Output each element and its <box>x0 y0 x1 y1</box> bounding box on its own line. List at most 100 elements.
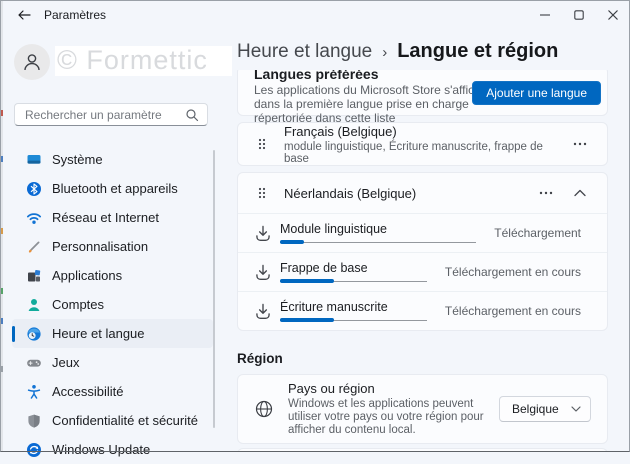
sidebar-item-label: Accessibilité <box>52 384 124 399</box>
network-icon <box>26 210 42 226</box>
download-row-frappe-de-base: Frappe de base Téléchargement en cours <box>238 253 607 291</box>
privacy-icon <box>26 413 42 429</box>
next-settings-card <box>237 448 608 452</box>
download-label: Écriture manuscrite <box>280 301 427 314</box>
time-language-icon <box>26 326 42 342</box>
language-row-francais[interactable]: Français (Belgique) module linguistique,… <box>237 122 608 166</box>
watermark-backdrop <box>55 46 232 76</box>
language-row-neerlandais[interactable]: Néerlandais (Belgique) <box>238 173 607 213</box>
search-input[interactable] <box>23 107 185 123</box>
country-region-title: Pays ou région <box>288 381 491 396</box>
sidebar-item-label: Réseau et Internet <box>52 210 159 225</box>
progress-fill <box>280 240 304 244</box>
country-select[interactable]: Belgique <box>499 396 591 422</box>
sidebar-item-personnalisation[interactable]: Personnalisation <box>12 232 213 261</box>
maximize-button[interactable] <box>562 0 596 30</box>
download-status: Téléchargement en cours <box>445 265 581 279</box>
avatar[interactable] <box>14 44 50 80</box>
accounts-icon <box>26 297 42 313</box>
download-row-module-linguistique: Module linguistique Téléchargement <box>238 214 607 252</box>
windows-update-icon <box>26 442 42 458</box>
person-icon <box>21 51 43 73</box>
search-icon <box>185 108 199 122</box>
drag-handle-icon[interactable] <box>254 136 270 152</box>
accessibility-icon <box>26 384 42 400</box>
sidebar-item-label: Heure et langue <box>52 326 145 341</box>
language-features: module linguistique, Écriture manuscrite… <box>284 141 569 165</box>
language-name: Français (Belgique) <box>284 124 569 139</box>
preferred-languages-card: Langues préférées Les applications du Mi… <box>237 70 608 116</box>
sidebar-item-label: Applications <box>52 268 122 283</box>
sidebar-item-windows-update[interactable]: Windows Update <box>12 435 213 464</box>
language-name: Néerlandais (Belgique) <box>284 186 535 201</box>
language-card-neerlandais: Néerlandais (Belgique) Module linguistiq… <box>237 172 608 331</box>
chevron-up-icon <box>574 189 586 197</box>
preferred-languages-title: Langues préférées <box>254 70 591 81</box>
more-icon <box>538 190 554 196</box>
sidebar-item-confidentialite[interactable]: Confidentialité et sécurité <box>12 406 213 435</box>
progress-bar <box>280 318 427 322</box>
progress-fill <box>280 279 334 283</box>
sidebar-item-label: Confidentialité et sécurité <box>52 413 198 428</box>
minimize-icon <box>540 10 550 20</box>
download-status: Téléchargement en cours <box>445 304 581 318</box>
more-options-button[interactable] <box>535 182 557 204</box>
download-label: Frappe de base <box>280 262 427 275</box>
breadcrumb-parent[interactable]: Heure et langue <box>237 41 372 63</box>
country-select-value: Belgique <box>512 402 571 416</box>
back-button[interactable] <box>12 4 36 26</box>
window-title: Paramètres <box>44 8 106 22</box>
sidebar-item-jeux[interactable]: Jeux <box>12 348 213 377</box>
apps-icon <box>26 268 42 284</box>
progress-bar <box>280 279 427 283</box>
selected-accent-bar <box>12 326 15 342</box>
back-arrow-icon <box>17 9 31 21</box>
breadcrumb: Heure et langue › Langue et région <box>237 40 558 63</box>
sidebar-item-label: Comptes <box>52 297 104 312</box>
more-icon <box>572 141 588 147</box>
desktop-edge-strip <box>0 0 3 452</box>
download-row-ecriture-manuscrite: Écriture manuscrite Téléchargement en co… <box>238 292 607 330</box>
drag-handle-icon[interactable] <box>254 185 270 201</box>
region-section-heading: Région <box>237 351 608 366</box>
sidebar-item-accessibilite[interactable]: Accessibilité <box>12 377 213 406</box>
close-button[interactable] <box>596 0 630 30</box>
download-icon <box>254 224 272 242</box>
close-icon <box>608 10 618 20</box>
chevron-down-icon <box>571 406 581 412</box>
sidebar-item-bluetooth[interactable]: Bluetooth et appareils <box>12 174 213 203</box>
personalization-icon <box>26 239 42 255</box>
sidebar-item-systeme[interactable]: Système <box>12 145 213 174</box>
download-icon <box>254 263 272 281</box>
country-region-description: Windows et les applications peuvent util… <box>288 398 491 437</box>
sidebar-scrollbar[interactable] <box>213 150 215 428</box>
sidebar-item-comptes[interactable]: Comptes <box>12 290 213 319</box>
titlebar: Paramètres <box>0 0 630 30</box>
maximize-icon <box>574 10 584 20</box>
sidebar-item-reseau[interactable]: Réseau et Internet <box>12 203 213 232</box>
globe-icon <box>254 399 274 419</box>
sidebar-item-label: Personnalisation <box>52 239 148 254</box>
sidebar-nav: Système Bluetooth et appareils Réseau et… <box>12 145 213 464</box>
sidebar-item-label: Jeux <box>52 355 79 370</box>
sidebar-item-label: Windows Update <box>52 442 150 457</box>
add-language-button[interactable]: Ajouter une langue <box>472 81 601 105</box>
page-title: Langue et région <box>397 40 558 63</box>
sidebar-item-applications[interactable]: Applications <box>12 261 213 290</box>
system-icon <box>26 152 42 168</box>
sidebar-item-label: Système <box>52 152 103 167</box>
minimize-button[interactable] <box>528 0 562 30</box>
progress-fill <box>280 318 334 322</box>
sidebar-item-label: Bluetooth et appareils <box>52 181 178 196</box>
download-label: Module linguistique <box>280 223 476 236</box>
gaming-icon <box>26 355 42 371</box>
breadcrumb-separator: › <box>382 44 387 61</box>
download-icon <box>254 302 272 320</box>
search-box <box>14 103 208 126</box>
collapse-button[interactable] <box>569 182 591 204</box>
progress-bar <box>280 240 476 244</box>
settings-content: Langues préférées Les applications du Mi… <box>225 70 630 452</box>
more-options-button[interactable] <box>569 133 591 155</box>
sidebar-item-heure-et-langue[interactable]: Heure et langue <box>12 319 213 348</box>
download-status: Téléchargement <box>494 226 581 240</box>
